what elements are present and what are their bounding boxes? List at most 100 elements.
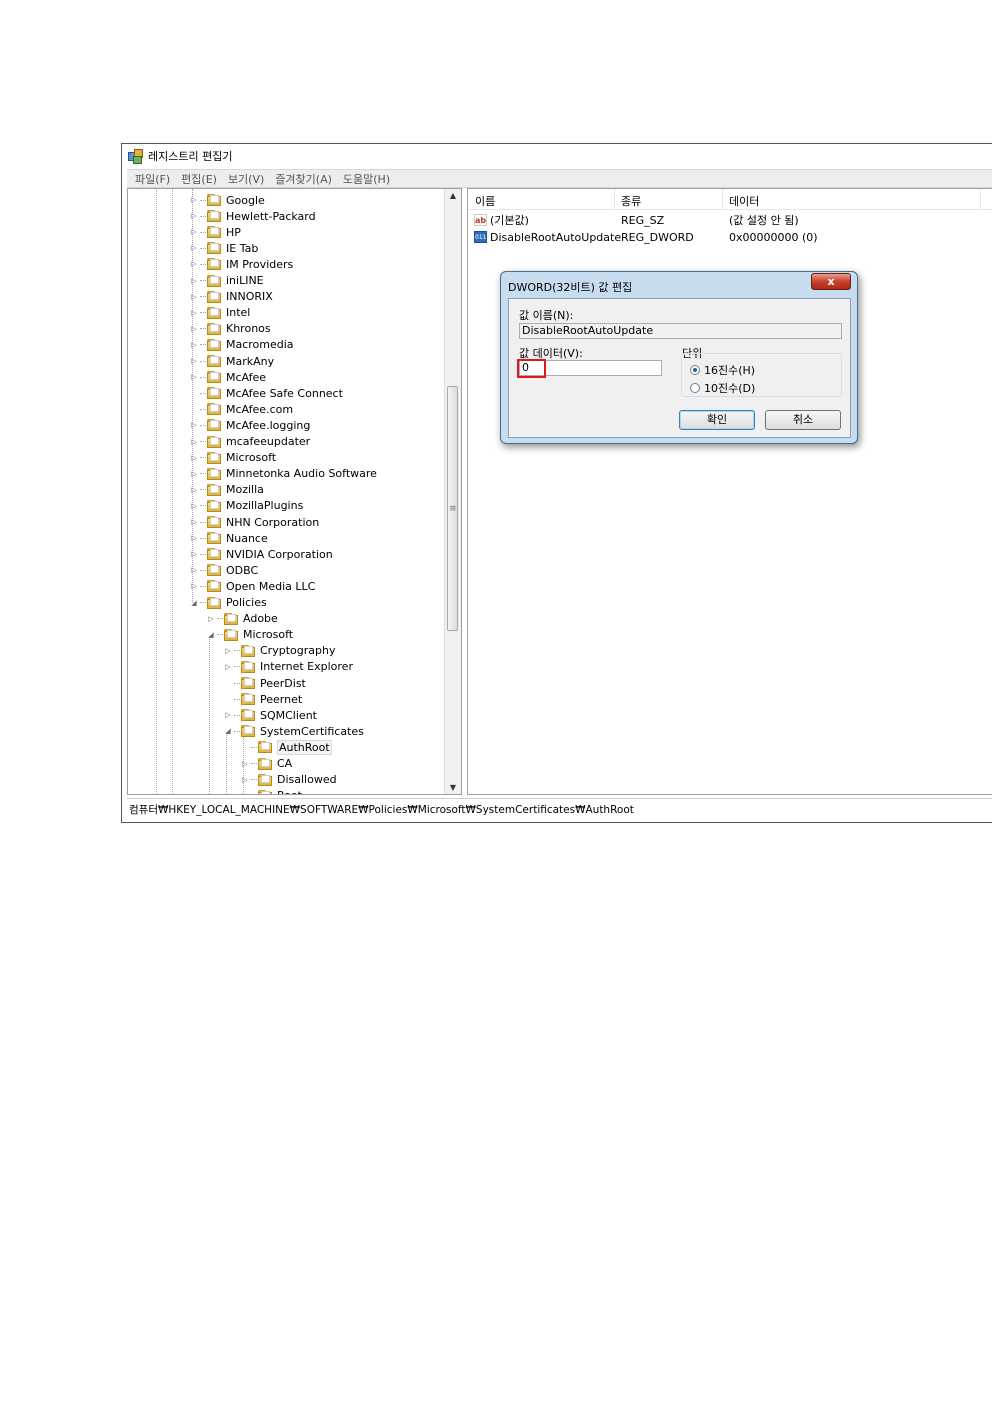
cancel-button[interactable]: 취소 xyxy=(765,410,841,430)
expand-arrow-icon[interactable]: ▷ xyxy=(190,550,198,558)
tree-vertical-scrollbar[interactable]: ▲ ≡ ▼ xyxy=(444,189,461,794)
tree-connector-line xyxy=(234,714,240,716)
collapse-arrow-icon[interactable]: ◢ xyxy=(190,599,198,607)
expand-arrow-icon[interactable]: ▷ xyxy=(190,582,198,590)
radio-dec[interactable]: 10진수(D) xyxy=(690,380,755,396)
tree-item[interactable]: ▷ HP xyxy=(190,224,241,240)
expand-arrow-icon[interactable]: ▷ xyxy=(224,663,232,671)
tree-item[interactable]: ▷ Hewlett-Packard xyxy=(190,208,315,224)
expand-arrow-icon[interactable]: ▷ xyxy=(241,776,249,784)
column-header-data[interactable]: 데이터 xyxy=(729,193,759,209)
tree-item[interactable]: McAfee Safe Connect xyxy=(190,385,343,401)
tree-item[interactable]: ▷ IM Providers xyxy=(190,256,293,272)
column-header-name[interactable]: 이름 xyxy=(475,193,495,209)
expand-arrow-icon[interactable]: ▷ xyxy=(190,212,198,220)
tree-item[interactable]: ▷ MozillaPlugins xyxy=(190,498,303,514)
tree-item[interactable]: ▷ NVIDIA Corporation xyxy=(190,546,332,562)
ok-button[interactable]: 확인 xyxy=(679,410,755,430)
folder-icon xyxy=(241,644,256,657)
expand-arrow-icon[interactable]: ▷ xyxy=(190,534,198,542)
tree-item[interactable]: ▷ Mozilla xyxy=(190,482,264,498)
tree-item[interactable]: ▷ McAfee xyxy=(190,369,266,385)
tree-item[interactable]: ▷ Adobe xyxy=(207,611,278,627)
expand-arrow-icon[interactable]: ▷ xyxy=(224,711,232,719)
expand-arrow-icon[interactable]: ▷ xyxy=(190,277,198,285)
menu-help[interactable]: 도움말(H) xyxy=(343,171,390,187)
expand-arrow-icon[interactable]: ▷ xyxy=(190,421,198,429)
menu-file[interactable]: 파일(F) xyxy=(135,171,170,187)
tree-item[interactable]: ▷ ODBC xyxy=(190,562,258,578)
tree-item[interactable]: ▷ Microsoft xyxy=(190,450,276,466)
tree-item[interactable]: ▷ IE Tab xyxy=(190,240,258,256)
scroll-up-arrow-icon[interactable]: ▲ xyxy=(445,191,461,200)
tree-item[interactable]: ▷ INNORIX xyxy=(190,289,273,305)
tree-item[interactable]: PeerDist xyxy=(224,675,306,691)
tree-item[interactable]: McAfee.com xyxy=(190,401,293,417)
tree-item[interactable]: ▷ Open Media LLC xyxy=(190,578,315,594)
tree-item-label: IM Providers xyxy=(226,257,294,271)
tree-item[interactable]: ▷ Root xyxy=(241,788,302,794)
tree-item[interactable]: ▷ SQMClient xyxy=(224,707,317,723)
tree-item[interactable]: ▷ Minnetonka Audio Software xyxy=(190,466,377,482)
tree-item[interactable]: ▷ Intel xyxy=(190,305,250,321)
tree-item[interactable]: ▷ Google xyxy=(190,192,265,208)
expand-arrow-icon[interactable]: ▷ xyxy=(190,309,198,317)
tree-item[interactable]: ◢ Policies xyxy=(190,595,266,611)
tree-item[interactable]: ▷ MarkAny xyxy=(190,353,274,369)
expand-arrow-icon[interactable]: ▷ xyxy=(190,244,198,252)
expand-arrow-icon[interactable]: ▷ xyxy=(190,486,198,494)
menu-view[interactable]: 보기(V) xyxy=(228,171,264,187)
tree-item[interactable]: ▷ CA xyxy=(241,756,292,772)
tree-item-label: mcafeeupdater xyxy=(226,435,311,448)
scroll-down-arrow-icon[interactable]: ▼ xyxy=(445,783,461,792)
radio-hex[interactable]: 16진수(H) xyxy=(690,362,755,378)
expand-arrow-icon[interactable]: ▷ xyxy=(190,357,198,365)
expand-arrow-icon[interactable]: ▷ xyxy=(190,566,198,574)
radio-unselected-icon[interactable] xyxy=(690,383,700,393)
tree-item[interactable]: ▷ Nuance xyxy=(190,530,267,546)
expand-arrow-icon[interactable]: ▷ xyxy=(190,260,198,268)
radio-hex-label: 16진수(H) xyxy=(704,364,756,377)
expand-arrow-icon[interactable]: ▷ xyxy=(190,454,198,462)
collapse-arrow-icon[interactable]: ◢ xyxy=(224,727,232,735)
menu-favorites[interactable]: 즐겨찾기(A) xyxy=(275,171,332,187)
expand-arrow-icon[interactable]: ▷ xyxy=(190,293,198,301)
column-header-type[interactable]: 종류 xyxy=(621,193,641,209)
registry-tree[interactable]: ▷ Google ▷ Hewlett-Packard ▷ HP ▷ IE Tab ▷ IM Pro… xyxy=(127,188,462,795)
tree-item-label: Mozilla xyxy=(226,483,264,497)
expand-arrow-icon[interactable]: ▷ xyxy=(224,647,232,655)
tree-item[interactable]: ▷ Macromedia xyxy=(190,337,293,353)
expand-arrow-icon[interactable]: ▷ xyxy=(207,615,215,623)
tree-item[interactable]: ▷ Cryptography xyxy=(224,643,335,659)
menu-edit[interactable]: 편집(E) xyxy=(181,171,217,187)
expand-arrow-icon[interactable]: ▷ xyxy=(190,325,198,333)
tree-item[interactable]: ▷ Internet Explorer xyxy=(224,659,353,675)
tree-item[interactable]: ▷ Khronos xyxy=(190,321,270,337)
tree-item[interactable]: ▷ McAfee.logging xyxy=(190,417,310,433)
expand-arrow-icon[interactable]: ▷ xyxy=(190,196,198,204)
folder-icon xyxy=(207,226,222,239)
expand-arrow-icon[interactable]: ▷ xyxy=(190,502,198,510)
radio-selected-icon[interactable] xyxy=(690,365,700,375)
list-item[interactable]: ab (기본값) REG_SZ (값 설정 안 됨) xyxy=(474,212,992,228)
expand-arrow-icon[interactable]: ▷ xyxy=(241,760,249,768)
expand-arrow-icon[interactable]: ▷ xyxy=(190,228,198,236)
tree-item[interactable]: ◢ Microsoft xyxy=(207,627,293,643)
tree-item[interactable]: ▷ iniLINE xyxy=(190,273,263,289)
tree-item[interactable]: Peernet xyxy=(224,691,302,707)
tree-item[interactable]: ▷ mcafeeupdater xyxy=(190,434,310,450)
expand-arrow-icon[interactable]: ▷ xyxy=(190,373,198,381)
expand-arrow-icon[interactable]: ▷ xyxy=(190,518,198,526)
close-button[interactable]: x xyxy=(811,273,851,290)
list-item[interactable]: 011 DisableRootAutoUpdate REG_DWORD 0x00… xyxy=(474,229,992,245)
tree-item[interactable]: ◢ SystemCertificates xyxy=(224,723,364,739)
expand-arrow-icon[interactable]: ▷ xyxy=(190,470,198,478)
folder-icon xyxy=(241,677,256,689)
tree-item[interactable]: ▷ NHN Corporation xyxy=(190,514,319,530)
expand-arrow-icon[interactable]: ▷ xyxy=(190,438,198,446)
tree-item[interactable]: ▷ Disallowed xyxy=(241,772,336,788)
expand-arrow-icon[interactable]: ▷ xyxy=(190,341,198,349)
tree-item[interactable]: AuthRoot xyxy=(241,739,332,755)
expand-arrow-icon[interactable]: ▷ xyxy=(241,792,249,794)
collapse-arrow-icon[interactable]: ◢ xyxy=(207,631,215,639)
